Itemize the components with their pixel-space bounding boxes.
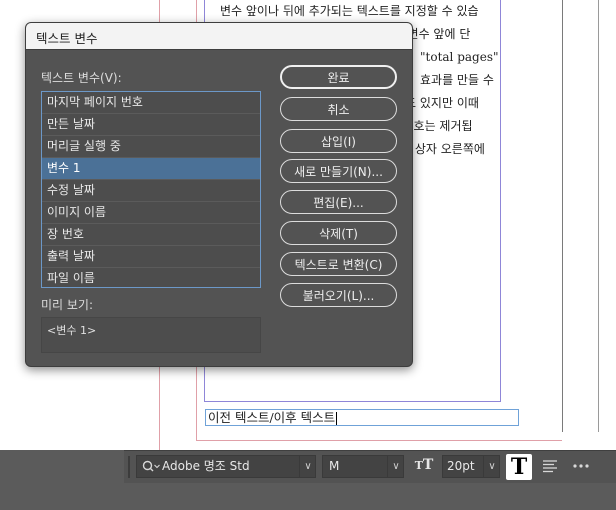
list-item[interactable]: 머리글 실행 중 xyxy=(42,136,260,158)
preview-box: <변수 1> xyxy=(41,317,261,353)
bar-grip-handle[interactable] xyxy=(128,456,130,478)
dialog-titlebar[interactable]: 텍스트 변수 xyxy=(26,23,412,50)
new-variable-button[interactable]: 새로 만들기(N)... xyxy=(280,159,397,183)
right-frame-inner xyxy=(598,0,616,432)
list-item-selected[interactable]: 변수 1 xyxy=(42,158,260,180)
type-icon[interactable]: T xyxy=(506,454,532,480)
margin-guide-bottom xyxy=(196,440,562,441)
font-family-value: Adobe 명조 Std xyxy=(162,459,250,473)
more-icon[interactable] xyxy=(572,458,590,478)
chevron-down-icon[interactable]: ∨ xyxy=(387,456,404,477)
text-cursor xyxy=(336,412,338,425)
list-item[interactable]: 장 번호 xyxy=(42,224,260,246)
edit-button[interactable]: 편집(E)... xyxy=(280,190,397,214)
list-item[interactable]: 출력 날짜 xyxy=(42,246,260,268)
done-button[interactable]: 완료 xyxy=(280,65,397,89)
font-style-value: M xyxy=(329,459,340,473)
font-size-value: 20pt xyxy=(447,459,475,473)
align-icon[interactable] xyxy=(542,458,558,478)
delete-button[interactable]: 삭제(T) xyxy=(280,221,397,245)
list-item[interactable]: 이미지 이름 xyxy=(42,202,260,224)
search-icon[interactable] xyxy=(141,456,161,484)
chevron-down-icon[interactable]: ∨ xyxy=(299,456,316,477)
text-line: 변수 앞이나 뒤에 추가되는 텍스트를 지정할 수 있습 xyxy=(220,4,479,18)
font-style-field[interactable]: M ∨ xyxy=(322,455,404,478)
insert-button[interactable]: 삽입(I) xyxy=(280,129,397,153)
list-item[interactable]: 파일 이름 xyxy=(42,268,260,287)
dialog-title: 텍스트 변수 xyxy=(36,31,98,46)
variables-list-label: 텍스트 변수(V): xyxy=(41,71,122,85)
list-item[interactable]: 만든 날짜 xyxy=(42,114,260,136)
preview-label: 미리 보기: xyxy=(41,298,94,312)
text-variables-dialog: 텍스트 변수 텍스트 변수(V): 마지막 페이지 번호 만든 날짜 머리글 실… xyxy=(25,22,413,367)
selected-text-frame[interactable]: 이전 텍스트/이후 텍스트 xyxy=(205,409,519,426)
convert-to-text-button[interactable]: 텍스트로 변환(C) xyxy=(280,252,397,276)
preview-text: <변수 1> xyxy=(47,324,97,337)
load-button[interactable]: 불러오기(L)... xyxy=(280,283,397,307)
list-item[interactable]: 마지막 페이지 번호 xyxy=(42,92,260,114)
font-size-icon: TT xyxy=(414,457,434,473)
cancel-button[interactable]: 취소 xyxy=(280,97,397,121)
text-frame-content: 이전 텍스트/이후 텍스트 xyxy=(208,410,336,425)
character-control-bar: Adobe 명조 Std ∨ M ∨ TT 20pt ∨ T xyxy=(124,450,616,483)
list-item[interactable]: 수정 날짜 xyxy=(42,180,260,202)
chevron-down-icon[interactable]: ∨ xyxy=(483,456,500,477)
font-family-field[interactable]: Adobe 명조 Std ∨ xyxy=(136,455,316,478)
font-size-field[interactable]: 20pt ∨ xyxy=(442,455,500,478)
variables-list[interactable]: 마지막 페이지 번호 만든 날짜 머리글 실행 중 변수 1 수정 날짜 이미지… xyxy=(41,91,261,288)
